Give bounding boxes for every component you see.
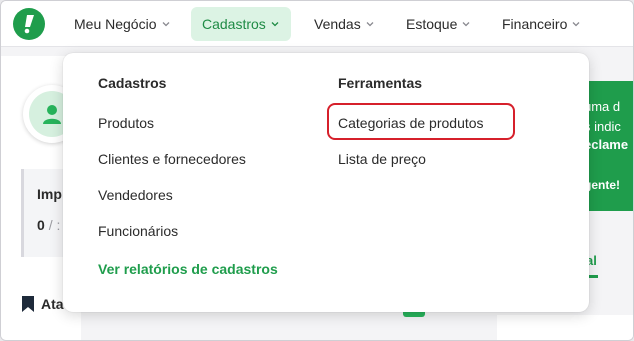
nav-label: Estoque (406, 16, 458, 32)
import-label: Imp (37, 186, 62, 202)
nav-cadastros[interactable]: Cadastros (191, 7, 291, 41)
shortcuts-label: Ata (41, 296, 64, 312)
import-value: 0 / : (37, 217, 60, 233)
promo-banner[interactable]: uma d s indic eclame gente! (586, 81, 633, 211)
nav-label: Financeiro (502, 16, 568, 32)
chevron-down-icon (572, 22, 580, 27)
reports-link[interactable]: Ver relatórios de cadastros (98, 261, 278, 277)
nav-label: Meu Negócio (74, 16, 157, 32)
import-count: 0 (37, 217, 45, 233)
promo-line-2: s indic (586, 119, 621, 134)
nav-meu-negocio[interactable]: Meu Negócio (63, 7, 182, 41)
menu-item-categorias-produtos[interactable]: Categorias de produtos (338, 115, 484, 131)
nav-vendas[interactable]: Vendas (303, 7, 386, 41)
chevron-down-icon (462, 22, 470, 27)
promo-cta[interactable]: gente! (586, 178, 620, 192)
menu-item-clientes-fornecedores[interactable]: Clientes e fornecedores (98, 151, 246, 167)
nav-label: Vendas (314, 16, 361, 32)
menu-item-lista-preco[interactable]: Lista de preço (338, 151, 426, 167)
chevron-down-icon (271, 22, 279, 27)
import-separator: / : (48, 217, 61, 233)
menu-item-funcionarios[interactable]: Funcionários (98, 223, 178, 239)
cadastros-column-title: Cadastros (98, 75, 167, 91)
promo-line-1: uma d (586, 99, 621, 114)
menu-item-produtos[interactable]: Produtos (98, 115, 154, 131)
bookmark-icon (22, 296, 34, 312)
top-navbar: Meu Negócio Cadastros Vendas Estoque Fin… (1, 1, 633, 47)
cadastros-dropdown: Cadastros Produtos Clientes e fornecedor… (63, 53, 589, 312)
logo-icon[interactable] (13, 8, 45, 40)
content-card (497, 315, 633, 340)
nav-financeiro[interactable]: Financeiro (491, 7, 592, 41)
promo-line-3: eclame (586, 137, 629, 152)
chevron-down-icon (366, 22, 374, 27)
app-window: Imp 0 / : Ata uma d s indic eclame gente… (0, 0, 634, 341)
nav-estoque[interactable]: Estoque (395, 7, 482, 41)
ferramentas-column-title: Ferramentas (338, 75, 423, 91)
chevron-down-icon (162, 22, 169, 27)
nav-label: Cadastros (202, 16, 266, 32)
menu-item-vendedores[interactable]: Vendedores (98, 187, 173, 203)
